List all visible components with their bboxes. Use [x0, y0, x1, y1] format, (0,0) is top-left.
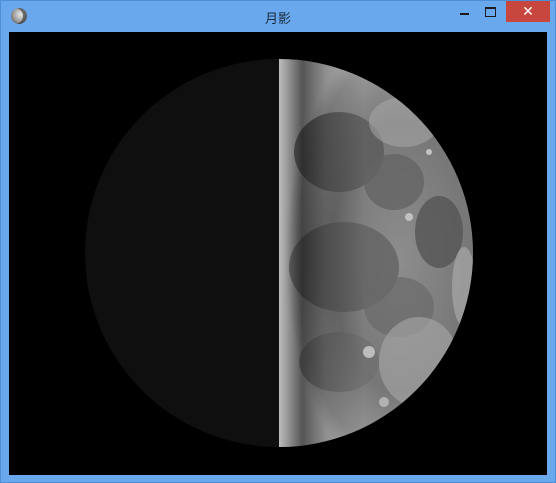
app-window: 月影 ✕: [0, 0, 556, 483]
client-area: [9, 32, 547, 475]
close-button[interactable]: ✕: [506, 1, 550, 22]
moon-image: [85, 59, 473, 447]
minimize-button[interactable]: [451, 1, 477, 22]
close-icon: ✕: [522, 3, 534, 20]
maximize-button[interactable]: [477, 1, 504, 22]
title-bar[interactable]: 月影 ✕: [1, 1, 555, 31]
maximize-icon: [485, 6, 496, 17]
moon-lit-side: [85, 59, 473, 447]
minimize-icon: [459, 12, 469, 15]
